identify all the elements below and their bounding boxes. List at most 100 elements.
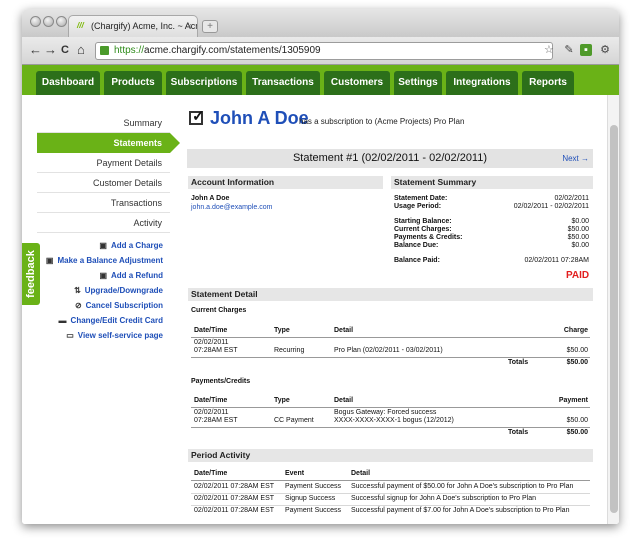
summary-value: $0.00 (571, 242, 589, 249)
cancel-icon: ⊘ (74, 301, 82, 310)
wrench-extension-icon[interactable]: ✎ (563, 44, 575, 56)
secure-lock-icon (100, 46, 109, 55)
summary-value: $50.00 (567, 234, 589, 241)
row-divider (191, 505, 590, 506)
balance-adjustment-label: Make a Balance Adjustment (57, 256, 163, 265)
sidebar-item-customer-details[interactable]: Customer Details (37, 173, 170, 193)
add-charge-label: Add a Charge (110, 241, 163, 250)
next-statement-link[interactable]: Next → (562, 149, 589, 168)
main-nav: Dashboard Products Subscriptions Transac… (22, 65, 619, 95)
bookmark-star-icon[interactable]: ☆ (544, 43, 554, 56)
browser-toolbar: ← → C ⌂ https://acme.chargify.com/statem… (22, 37, 619, 65)
payments-totals-label: Totals (508, 429, 529, 436)
statement-detail-heading: Statement Detail (188, 288, 593, 301)
back-button[interactable]: ← (29, 42, 42, 58)
sidebar-item-activity[interactable]: Activity (37, 213, 170, 233)
activity-row-event: Payment Success (285, 507, 342, 514)
feedback-label: feedback (25, 250, 37, 298)
cancel-subscription-link[interactable]: ⊘ Cancel Subscription (52, 301, 163, 313)
summary-label: Starting Balance: (394, 218, 452, 225)
feedback-tab[interactable]: feedback (22, 243, 40, 305)
tab-customers[interactable]: Customers (324, 71, 390, 95)
tab-subscriptions[interactable]: Subscriptions (166, 71, 242, 95)
balance-adjustment-link[interactable]: ▣ Make a Balance Adjustment (46, 256, 163, 268)
url-path: acme.chargify.com/statements/1305909 (144, 45, 321, 56)
table-divider (191, 357, 590, 358)
self-service-page-label: View self-service page (77, 331, 163, 340)
table-divider (191, 407, 590, 408)
zoom-window-button[interactable] (56, 16, 67, 27)
add-refund-label: Add a Refund (111, 271, 163, 280)
activity-row-date: 02/02/2011 07:28AM EST (194, 483, 275, 490)
tab-reports[interactable]: Reports (522, 71, 574, 95)
table-divider (191, 427, 590, 428)
statement-bar: Statement #1 (02/02/2011 - 02/02/2011) N… (187, 149, 593, 168)
reload-button[interactable]: C (61, 42, 69, 58)
url-scheme: https:// (114, 45, 145, 56)
self-service-page-link[interactable]: ▭ View self-service page (52, 331, 163, 343)
payments-col-payment: Payment (558, 397, 588, 404)
charges-col-date: Date/Time (194, 327, 228, 334)
activity-row-detail: Successful signup for John A Doe's subsc… (351, 495, 536, 502)
tab-dashboard[interactable]: Dashboard (36, 71, 100, 95)
activity-col-detail: Detail (351, 470, 371, 477)
close-window-button[interactable] (30, 16, 41, 27)
home-button[interactable]: ⌂ (77, 42, 85, 58)
activity-col-event: Event (285, 470, 305, 477)
edit-credit-card-link[interactable]: ▬ Change/Edit Credit Card (52, 316, 163, 328)
account-info-heading: Account Information (188, 176, 383, 189)
summary-value: 02/02/2011 07:28AM (524, 257, 589, 264)
browser-tab[interactable]: /// (Chargify) Acme, Inc. ~ Acme × (68, 15, 198, 37)
vertical-scrollbar[interactable] (607, 95, 619, 524)
charge-time: 07:28AM EST (194, 347, 238, 354)
account-email-link[interactable]: john.a.doe@example.com (191, 204, 272, 211)
account-name: John A Doe (191, 195, 230, 202)
sidebar-item-payment-details[interactable]: Payment Details (37, 153, 170, 173)
summary-value: $50.00 (567, 226, 589, 233)
upgrade-downgrade-link[interactable]: ⇅ Upgrade/Downgrade (52, 286, 163, 298)
current-charges-title: Current Charges (191, 307, 247, 314)
new-tab-button[interactable]: + (202, 20, 218, 33)
tab-close-icon[interactable]: × (187, 16, 192, 36)
charges-col-detail: Detail (334, 327, 354, 334)
sidebar-item-summary[interactable]: Summary (37, 113, 170, 133)
add-charge-link[interactable]: ▣ Add a Charge (52, 241, 163, 253)
payment-date: 02/02/2011 (194, 409, 229, 416)
summary-label: Balance Paid: (394, 257, 440, 264)
sidebar-item-statements[interactable]: Statements (37, 133, 170, 153)
tab-integrations[interactable]: Integrations (446, 71, 518, 95)
summary-label: Payments & Credits: (394, 234, 463, 241)
payments-col-date: Date/Time (194, 397, 228, 404)
upgrade-downgrade-label: Upgrade/Downgrade (84, 286, 163, 295)
minimize-window-button[interactable] (43, 16, 54, 27)
paid-status-badge: PAID (566, 270, 590, 281)
charge-icon: ▣ (99, 241, 107, 250)
subscription-text: has a subscription to (Acme Projects) Pr… (299, 117, 465, 126)
title-bar: /// (Chargify) Acme, Inc. ~ Acme × + (22, 9, 619, 37)
tab-settings[interactable]: Settings (394, 71, 442, 95)
wrench-menu-icon[interactable]: ⚙ (599, 44, 611, 56)
charge-amount: $50.00 (566, 347, 588, 354)
monitor-icon: ▭ (66, 331, 74, 340)
forward-button[interactable]: → (44, 42, 57, 58)
payments-col-detail: Detail (334, 397, 354, 404)
extension-icon[interactable]: ▪ (580, 44, 592, 56)
updown-icon: ⇅ (74, 286, 81, 295)
activity-col-date: Date/Time (194, 470, 228, 477)
summary-label: Statement Date: (394, 195, 448, 202)
charges-totals-value: $50.00 (566, 359, 588, 366)
payment-time: 07:28AM EST (194, 417, 238, 424)
cancel-subscription-label: Cancel Subscription (85, 301, 163, 310)
summary-value: $0.00 (571, 218, 589, 225)
scrollbar-thumb[interactable] (610, 125, 618, 513)
address-bar[interactable]: https://acme.chargify.com/statements/130… (95, 42, 553, 60)
checkbox-icon: ✓ (189, 108, 205, 125)
charge-date: 02/02/2011 (194, 339, 229, 346)
add-refund-link[interactable]: ▣ Add a Refund (52, 271, 163, 283)
active-item-arrow (170, 133, 180, 153)
tab-products[interactable]: Products (104, 71, 162, 95)
table-divider (191, 480, 590, 481)
page-content: Dashboard Products Subscriptions Transac… (22, 65, 619, 524)
tab-transactions[interactable]: Transactions (246, 71, 320, 95)
sidebar-item-transactions[interactable]: Transactions (37, 193, 170, 213)
